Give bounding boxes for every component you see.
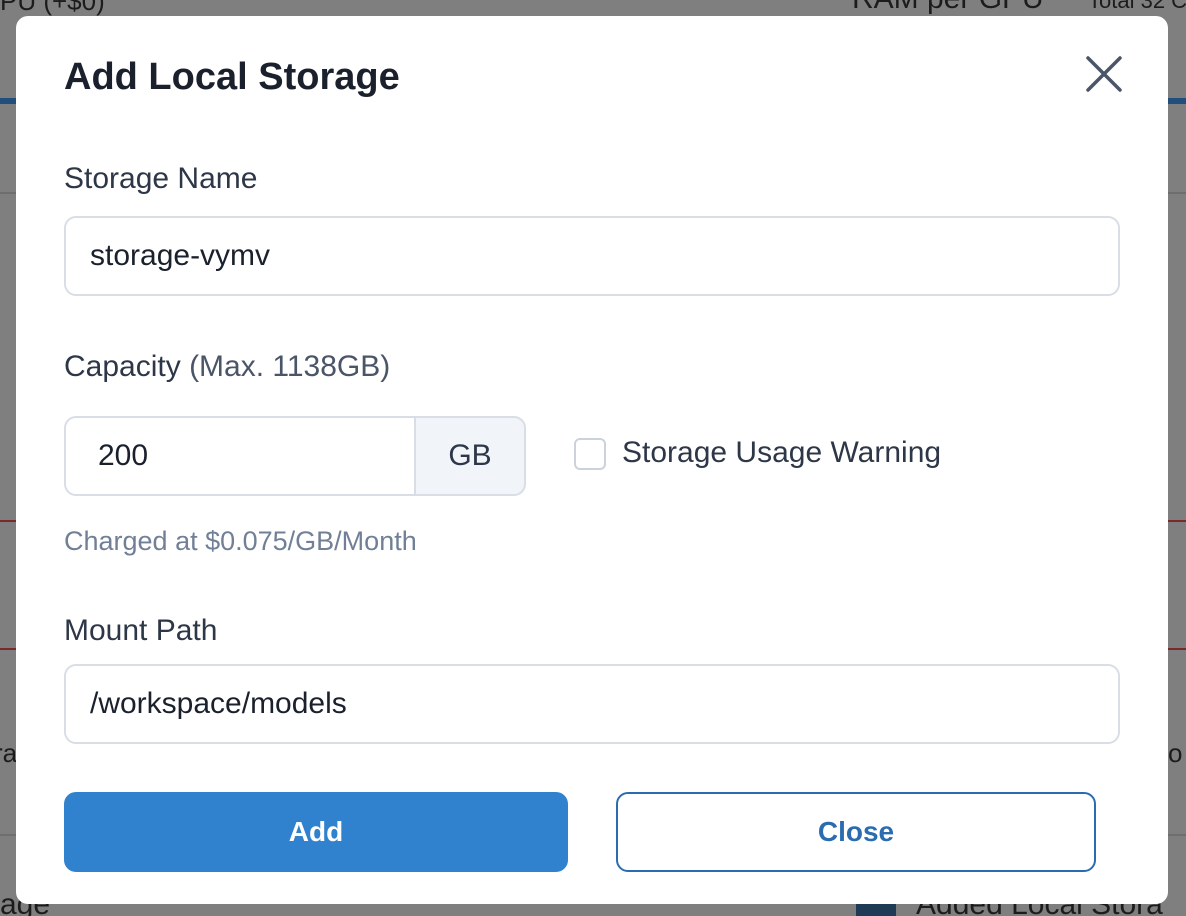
storage-name-label: Storage Name <box>64 162 258 195</box>
bg-storage-text: ra <box>0 738 18 768</box>
dialog-title: Add Local Storage <box>64 56 400 98</box>
close-button[interactable]: Close <box>616 792 1096 872</box>
bg-total-text: Total 32 C <box>1088 0 1186 13</box>
capacity-label-text: Capacity <box>64 350 181 383</box>
capacity-input[interactable] <box>64 416 416 496</box>
capacity-max-hint: (Max. 1138GB) <box>189 350 391 383</box>
close-icon[interactable] <box>1084 54 1124 94</box>
bg-ram-per-gpu-text: RAM per GPU <box>852 0 1044 16</box>
bg-storage-text: o <box>1168 738 1183 768</box>
add-local-storage-dialog: Add Local Storage Storage Name Capacity … <box>16 16 1168 904</box>
mount-path-label: Mount Path <box>64 614 218 647</box>
storage-usage-warning-label[interactable]: Storage Usage Warning <box>622 436 941 470</box>
add-button[interactable]: Add <box>64 792 568 872</box>
bg-gpu-price-text: PU (+$0) <box>0 0 105 16</box>
charge-note: Charged at $0.075/GB/Month <box>64 526 417 556</box>
capacity-unit: GB <box>414 416 526 496</box>
storage-usage-warning-checkbox[interactable] <box>574 438 606 470</box>
capacity-label: Capacity (Max. 1138GB) <box>64 350 390 384</box>
mount-path-input[interactable] <box>64 664 1120 744</box>
storage-name-input[interactable] <box>64 216 1120 296</box>
